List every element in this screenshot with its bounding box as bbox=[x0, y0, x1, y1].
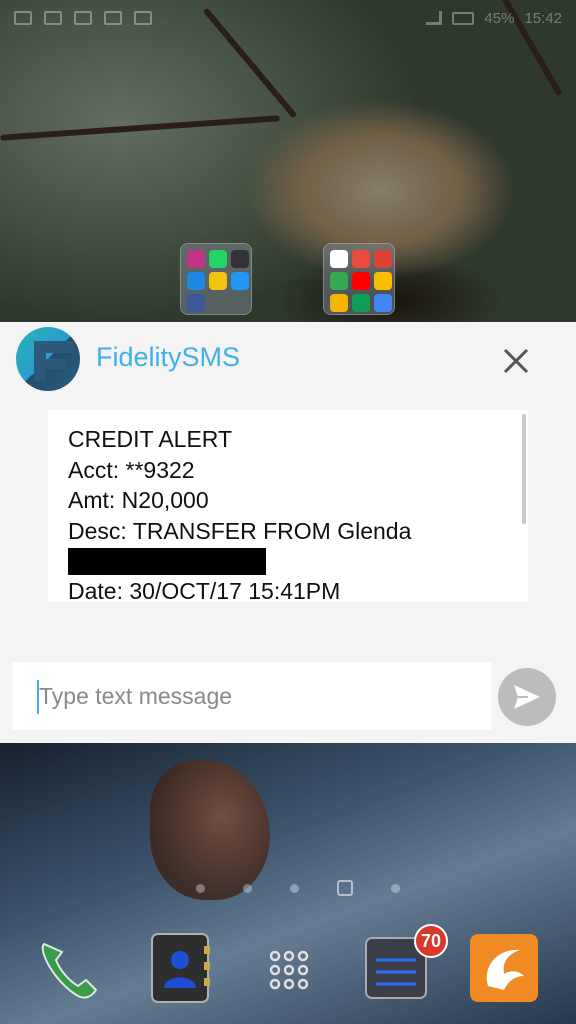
google-folder[interactable] bbox=[323, 243, 395, 315]
status-right: 45% 15:42 bbox=[426, 10, 562, 27]
reply-row bbox=[0, 660, 576, 732]
maps-icon bbox=[330, 272, 348, 290]
chrome-icon bbox=[330, 294, 348, 312]
message-scrollbar[interactable] bbox=[522, 414, 526, 524]
page-dot bbox=[196, 883, 205, 893]
home-page-icon bbox=[337, 880, 353, 896]
text-cursor bbox=[37, 680, 39, 714]
facebook-icon bbox=[187, 294, 205, 312]
battery-level: 45% bbox=[484, 9, 515, 27]
phone-app-icon[interactable] bbox=[34, 930, 104, 1006]
clock: 15:42 bbox=[524, 9, 562, 27]
page-indicator bbox=[196, 880, 400, 896]
message-line: Desc: TRANSFER FROM Glenda bbox=[68, 517, 412, 544]
message-line: CREDIT ALERT bbox=[68, 426, 233, 452]
battery-icon bbox=[452, 11, 475, 25]
close-button[interactable] bbox=[494, 339, 538, 383]
mtn-icon bbox=[209, 272, 227, 290]
signal-icon bbox=[426, 11, 443, 25]
apps-grid-icon bbox=[269, 950, 309, 990]
app-icon bbox=[231, 272, 249, 290]
contacts-icon bbox=[151, 933, 210, 1003]
notification-icon bbox=[134, 11, 152, 25]
instagram-icon bbox=[187, 250, 205, 268]
browser-app-icon[interactable] bbox=[468, 930, 538, 1006]
app-drawer-button[interactable] bbox=[254, 930, 324, 1006]
notification-icon bbox=[104, 11, 122, 25]
gmail-icon bbox=[374, 250, 392, 268]
message-body[interactable]: CREDIT ALERT Acct: **9322 Amt: N20,000 D… bbox=[48, 410, 528, 602]
browser-icon bbox=[470, 934, 538, 1002]
notification-icon bbox=[14, 11, 32, 25]
messenger-icon bbox=[187, 272, 205, 290]
send-button[interactable] bbox=[498, 668, 556, 726]
sms-popup: FidelitySMS CREDIT ALERT Acct: **9322 Am… bbox=[0, 322, 576, 743]
dock bbox=[0, 930, 576, 1010]
drive-icon bbox=[374, 272, 392, 290]
wallpaper-top bbox=[0, 0, 576, 322]
page-dot bbox=[243, 883, 252, 893]
page-dot bbox=[290, 883, 299, 893]
hangouts-icon bbox=[352, 294, 370, 312]
google-icon bbox=[330, 250, 348, 268]
redaction-bar bbox=[68, 548, 266, 575]
close-icon bbox=[503, 348, 529, 374]
youtube-icon bbox=[352, 272, 370, 290]
app-name: FidelitySMS bbox=[96, 342, 241, 372]
popup-header: FidelitySMS bbox=[0, 322, 576, 398]
status-bar: 45% 15:42 bbox=[0, 0, 576, 36]
send-icon bbox=[514, 685, 540, 709]
message-line: Amt: N20,000 bbox=[68, 487, 209, 513]
message-text: CREDIT ALERT Acct: **9322 Amt: N20,000 D… bbox=[68, 424, 411, 602]
fidelity-logo bbox=[16, 327, 80, 391]
reply-input[interactable] bbox=[13, 662, 491, 730]
social-folder[interactable] bbox=[180, 243, 252, 315]
notification-icons bbox=[14, 11, 152, 25]
camera-icon bbox=[231, 250, 249, 268]
contacts-app-icon[interactable] bbox=[146, 930, 216, 1006]
message-line: Date: 30/OCT/17 15:41PM bbox=[68, 578, 341, 602]
whatsapp-icon bbox=[209, 250, 227, 268]
notification-icon bbox=[44, 11, 62, 25]
page-dot bbox=[391, 883, 400, 893]
chrome-icon bbox=[352, 250, 370, 268]
phone-icon bbox=[41, 942, 98, 999]
photos-icon bbox=[374, 294, 392, 312]
messages-badge: 70 bbox=[414, 924, 448, 958]
notification-icon bbox=[74, 11, 92, 25]
message-line: Acct: **9322 bbox=[68, 456, 195, 483]
